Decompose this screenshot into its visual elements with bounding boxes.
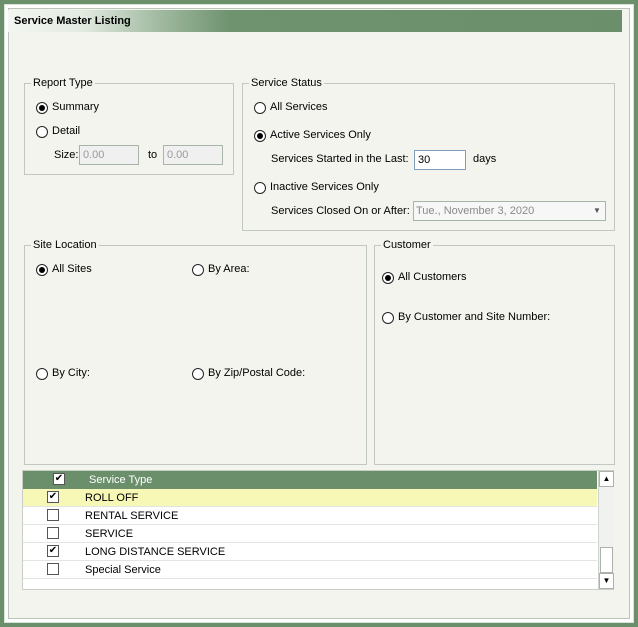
row-checkbox[interactable]: ✔	[47, 491, 59, 503]
site-location-legend: Site Location	[33, 239, 97, 251]
row-label: ROLL OFF	[85, 492, 139, 504]
active-services-label: Active Services Only	[270, 129, 371, 141]
size-to-input[interactable]	[163, 145, 223, 165]
detail-radio[interactable]	[36, 126, 48, 138]
started-days-input[interactable]	[414, 150, 466, 170]
row-label: SERVICE	[85, 528, 134, 540]
header-checkbox[interactable]: ✔	[53, 473, 65, 485]
size-to-label: to	[148, 149, 158, 161]
table-row[interactable]: SERVICE	[23, 525, 597, 543]
table-row[interactable]: ✔ LONG DISTANCE SERVICE	[23, 543, 597, 561]
row-label: RENTAL SERVICE	[85, 510, 179, 522]
by-customer-site-radio[interactable]	[382, 312, 394, 324]
days-label: days	[473, 153, 497, 165]
table-row[interactable]: Special Service	[23, 561, 597, 579]
inactive-services-radio[interactable]	[254, 182, 266, 194]
closed-date-combo[interactable]: Tue., November 3, 2020 ▼	[413, 201, 606, 221]
table-row[interactable]: RENTAL SERVICE	[23, 507, 597, 525]
all-services-label: All Services	[270, 101, 328, 113]
inactive-services-label: Inactive Services Only	[270, 181, 379, 193]
detail-label: Detail	[52, 125, 81, 137]
scrollbar-thumb[interactable]	[600, 547, 613, 573]
service-status-legend: Service Status	[251, 77, 322, 89]
all-sites-radio[interactable]	[36, 264, 48, 276]
closed-on-after-label: Services Closed On or After:	[271, 205, 410, 217]
scroll-down-icon[interactable]: ▼	[599, 573, 614, 589]
scroll-up-icon[interactable]: ▲	[599, 471, 614, 487]
size-label: Size:	[54, 149, 79, 161]
row-checkbox[interactable]: ✔	[47, 545, 59, 557]
row-label: Special Service	[85, 564, 161, 576]
grid-header-label: Service Type	[89, 474, 153, 486]
closed-date-value: Tue., November 3, 2020	[416, 205, 535, 217]
summary-radio[interactable]	[36, 102, 48, 114]
table-row[interactable]: ✔ ROLL OFF	[23, 489, 597, 507]
page-title: Service Master Listing	[14, 15, 131, 27]
by-city-radio[interactable]	[36, 368, 48, 380]
row-checkbox[interactable]	[47, 563, 59, 575]
all-sites-label: All Sites	[52, 263, 92, 275]
chevron-down-icon[interactable]: ▼	[589, 202, 605, 220]
row-label: LONG DISTANCE SERVICE	[85, 546, 226, 558]
all-services-radio[interactable]	[254, 102, 266, 114]
by-zip-label: By Zip/Postal Code:	[208, 367, 306, 379]
by-customer-site-label: By Customer and Site Number:	[398, 311, 551, 323]
started-in-last-label: Services Started in the Last:	[271, 153, 409, 165]
title-bar: Service Master Listing	[8, 10, 622, 32]
grid-scrollbar[interactable]: ▲ ▼	[598, 471, 614, 589]
customer-legend: Customer	[383, 239, 431, 251]
by-area-radio[interactable]	[192, 264, 204, 276]
grid-header: ✔ Service Type	[23, 471, 597, 489]
row-checkbox[interactable]	[47, 527, 59, 539]
by-city-label: By City:	[52, 367, 90, 379]
active-services-radio[interactable]	[254, 130, 266, 142]
all-customers-radio[interactable]	[382, 272, 394, 284]
size-from-input[interactable]	[79, 145, 139, 165]
row-checkbox[interactable]	[47, 509, 59, 521]
all-customers-label: All Customers	[398, 271, 467, 283]
by-area-label: By Area:	[208, 263, 250, 275]
summary-label: Summary	[52, 101, 100, 113]
report-type-legend: Report Type	[33, 77, 93, 89]
by-zip-radio[interactable]	[192, 368, 204, 380]
service-type-grid: ✔ Service Type ✔ ROLL OFF RENTAL SERVICE…	[22, 470, 614, 590]
